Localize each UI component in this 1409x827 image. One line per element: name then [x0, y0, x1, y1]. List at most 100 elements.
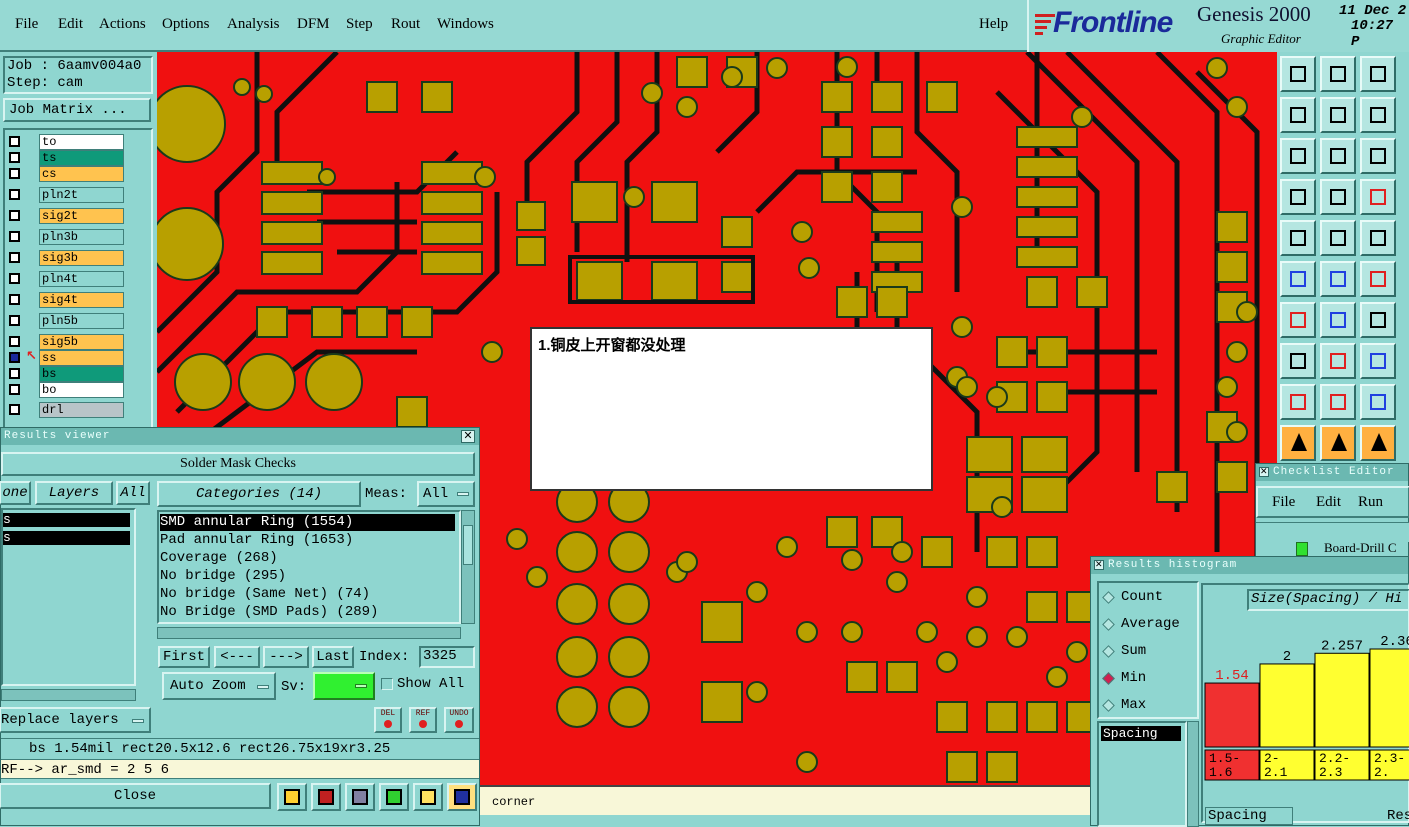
- histogram-bar[interactable]: [1259, 663, 1315, 748]
- layer-name[interactable]: pln2t: [39, 187, 124, 203]
- layer-checkbox[interactable]: [9, 315, 20, 326]
- layer-checkbox[interactable]: [9, 273, 20, 284]
- layer-row-to[interactable]: to: [7, 134, 124, 150]
- pen-tool-button[interactable]: [1280, 179, 1316, 215]
- replace-layers-select[interactable]: Replace layers: [0, 707, 151, 733]
- layer-checkbox[interactable]: [9, 336, 20, 347]
- layer-name[interactable]: pln3b: [39, 229, 124, 245]
- cross-tool-button[interactable]: [1320, 261, 1356, 297]
- show-all-checkbox[interactable]: [381, 678, 393, 690]
- layer-name[interactable]: sig5b: [39, 334, 124, 350]
- category-item[interactable]: No bridge (Same Net) (74): [160, 586, 455, 603]
- close-icon[interactable]: ✕: [1259, 467, 1269, 477]
- measure-list[interactable]: Spacing: [1097, 721, 1187, 827]
- layer-name[interactable]: sig3b: [39, 250, 124, 266]
- move-down-tool-button[interactable]: [1320, 56, 1356, 92]
- index-field[interactable]: 3325: [419, 646, 475, 668]
- net-tool-button[interactable]: [1280, 261, 1316, 297]
- route-tool-button[interactable]: [1360, 179, 1396, 215]
- list-item[interactable]: s: [3, 531, 130, 545]
- polygon-tool-button[interactable]: [1320, 220, 1356, 256]
- category-item[interactable]: SMD annular Ring (1554): [160, 514, 455, 531]
- close-button[interactable]: Close: [0, 783, 271, 809]
- grid-tool-button[interactable]: [1320, 179, 1356, 215]
- connect-tool-button[interactable]: [1360, 261, 1396, 297]
- move-up-tool-button[interactable]: [1280, 56, 1316, 92]
- layer-name[interactable]: bo: [39, 382, 124, 398]
- layer-stack-button[interactable]: [277, 783, 307, 811]
- horizontal-scrollbar[interactable]: [157, 627, 461, 639]
- layer-row-bo[interactable]: bo: [7, 382, 124, 398]
- close-icon[interactable]: ✕: [461, 430, 475, 443]
- layer-row-pln4t[interactable]: pln4t: [7, 271, 124, 287]
- layer-name[interactable]: sig4t: [39, 292, 124, 308]
- snap-tool-button[interactable]: [1360, 97, 1396, 133]
- checklist-menu-file[interactable]: File: [1272, 494, 1295, 511]
- auto-zoom-select[interactable]: Auto Zoom: [162, 672, 276, 700]
- layer-row-cs[interactable]: cs: [7, 166, 124, 182]
- menu-actions[interactable]: Actions: [99, 16, 146, 33]
- del-button[interactable]: DEL: [374, 707, 402, 733]
- layer-row-bs[interactable]: bs: [7, 366, 124, 382]
- close-icon[interactable]: ✕: [1094, 560, 1104, 570]
- layer-name[interactable]: ss: [39, 350, 124, 366]
- rotate-tool-button[interactable]: [1360, 302, 1396, 338]
- circle-tool-button[interactable]: [1280, 220, 1316, 256]
- layer-name[interactable]: sig2t: [39, 208, 124, 224]
- layer-checkbox[interactable]: [9, 352, 20, 363]
- triangle-alt-tool-button[interactable]: [1320, 384, 1356, 420]
- job-matrix-button[interactable]: Job Matrix ...: [3, 98, 151, 122]
- next-button[interactable]: --->: [263, 646, 309, 668]
- layer-row-drl[interactable]: drl: [7, 402, 124, 418]
- tab-layers[interactable]: Layers: [35, 481, 113, 505]
- layer-row-sig4t[interactable]: sig4t: [7, 292, 124, 308]
- layer-checkbox[interactable]: [9, 231, 20, 242]
- horizontal-scrollbar[interactable]: [1, 689, 136, 701]
- layer-checkbox[interactable]: [9, 252, 20, 263]
- zoom-in-tool-button[interactable]: [1320, 138, 1356, 174]
- layer-name[interactable]: drl: [39, 402, 124, 418]
- tab-none[interactable]: one: [0, 481, 31, 505]
- triangle-tool-button[interactable]: [1280, 384, 1316, 420]
- vertical-scrollbar[interactable]: [1187, 721, 1199, 827]
- layer-row-pln5b[interactable]: pln5b: [7, 313, 124, 329]
- select-button[interactable]: [311, 783, 341, 811]
- layer-checkbox[interactable]: [9, 404, 20, 415]
- layer-row-pln3b[interactable]: pln3b: [7, 229, 124, 245]
- histogram-bar[interactable]: [1204, 682, 1260, 748]
- measure-tool-button[interactable]: [1360, 343, 1396, 379]
- checklist-menu-run[interactable]: Run: [1358, 494, 1383, 511]
- checklist-menu-edit[interactable]: Edit: [1316, 494, 1341, 511]
- last-button[interactable]: Last: [312, 646, 354, 668]
- layer-row-sig3b[interactable]: sig3b: [7, 250, 124, 266]
- tab-all[interactable]: All: [116, 481, 150, 505]
- triangle-arrow-tool-button[interactable]: [1360, 384, 1396, 420]
- histogram-bar[interactable]: [1369, 648, 1409, 748]
- menu-file[interactable]: File: [15, 16, 38, 33]
- layer-checkbox[interactable]: [9, 384, 20, 395]
- scroll-thumb[interactable]: [463, 525, 473, 565]
- fit-tool-button[interactable]: [1280, 138, 1316, 174]
- layer-name[interactable]: to: [39, 134, 124, 150]
- category-item[interactable]: No Bridge (SMD Pads) (289): [160, 604, 455, 621]
- ref-button[interactable]: REF: [409, 707, 437, 733]
- layer-row-ts[interactable]: ts: [7, 150, 124, 166]
- layer-row-pln2t[interactable]: pln2t: [7, 187, 124, 203]
- category-item[interactable]: Pad annular Ring (1653): [160, 532, 455, 549]
- pointer-ring-tool-button[interactable]: [1360, 425, 1396, 461]
- layer-name[interactable]: cs: [39, 166, 124, 182]
- clear-button[interactable]: [345, 783, 375, 811]
- ruler-tool-button[interactable]: [1360, 220, 1396, 256]
- pointer-alt-tool-button[interactable]: [1320, 425, 1356, 461]
- first-button[interactable]: First: [158, 646, 210, 668]
- layer-checkbox[interactable]: [9, 152, 20, 163]
- layer-checkbox[interactable]: [9, 168, 20, 179]
- vertical-scrollbar[interactable]: [461, 510, 475, 624]
- layer-checkbox[interactable]: [9, 136, 20, 147]
- list-item[interactable]: s: [3, 513, 130, 527]
- menu-analysis[interactable]: Analysis: [227, 16, 280, 33]
- pan-left-tool-button[interactable]: [1280, 97, 1316, 133]
- home-tool-button[interactable]: [1360, 56, 1396, 92]
- line-tool-button[interactable]: [1280, 302, 1316, 338]
- layer-row-sig5b[interactable]: sig5b: [7, 334, 124, 350]
